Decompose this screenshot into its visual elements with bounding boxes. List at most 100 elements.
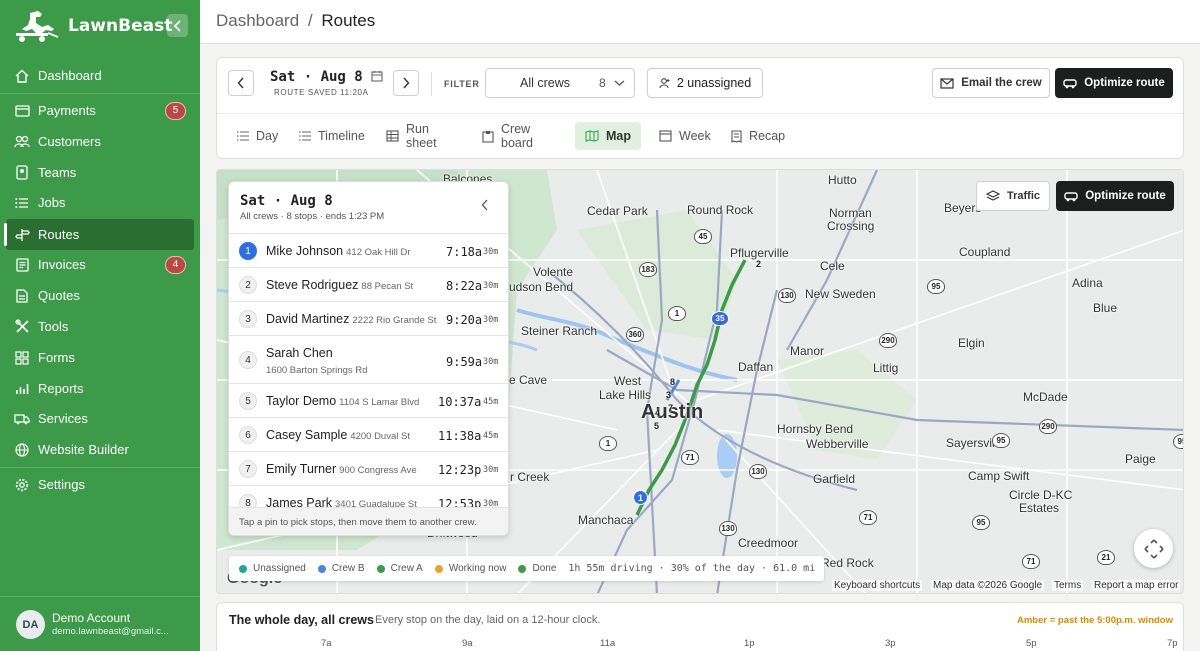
tab-timeline[interactable]: Timeline — [289, 122, 375, 150]
expand-icon — [1143, 538, 1164, 559]
sidebar-item-teams[interactable]: Teams — [6, 157, 194, 188]
highway-shield: 183 — [639, 262, 657, 277]
receipt-icon — [731, 129, 742, 143]
highway-shield: 95 — [1173, 434, 1183, 449]
map-place-label: Circle D-KC — [1009, 488, 1073, 502]
map-stop-pin[interactable]: 2 — [756, 259, 761, 269]
map-stop-pin[interactable]: 7 — [668, 403, 673, 413]
map-optimize-route-button[interactable]: Optimize route — [1056, 181, 1174, 211]
sidebar-item-customers[interactable]: Customers — [6, 126, 194, 157]
sidebar: LawnBeast Dashboard Payments 5 Customers… — [0, 0, 200, 651]
terms-link[interactable]: Terms — [1052, 580, 1084, 591]
map-stop-pin-current[interactable]: 1 — [633, 490, 648, 505]
legend-label: Done — [532, 563, 557, 574]
stop-time: 11:38a — [438, 429, 482, 443]
sidebar-item-label: Invoices — [38, 257, 86, 272]
tab-crew-board[interactable]: Crew board — [472, 122, 543, 150]
chevron-left-icon — [173, 19, 181, 32]
tab-week[interactable]: Week — [649, 122, 721, 150]
map-place-label: Hornsby Bend — [777, 422, 854, 436]
brand[interactable]: LawnBeast — [12, 8, 172, 44]
sidebar-item-dashboard[interactable]: Dashboard — [6, 60, 194, 91]
account-name: Demo Account — [52, 611, 131, 625]
keyboard-shortcuts-link[interactable]: Keyboard shortcuts — [832, 580, 923, 591]
sidebar-item-payments[interactable]: Payments 5 — [6, 95, 194, 126]
tab-label: Recap — [749, 129, 786, 143]
collapse-panel-button[interactable] — [481, 198, 489, 216]
route-date[interactable]: Sat · Aug 8 — [270, 69, 383, 85]
sidebar-item-label: Forms — [38, 350, 75, 365]
tools-icon — [14, 319, 30, 335]
stop-row[interactable]: 3 David Martinez 2222 Rio Grande St 9:20a… — [229, 301, 508, 335]
fullscreen-button[interactable] — [1134, 529, 1173, 568]
breadcrumb-dashboard-link[interactable]: Dashboard — [216, 11, 299, 30]
sidebar-item-label: Dashboard — [38, 68, 102, 83]
map-place-label: Manor — [790, 344, 825, 358]
stop-address: 1104 S Lamar Blvd — [339, 397, 420, 408]
tab-map[interactable]: Map — [575, 122, 641, 150]
sidebar-item-routes[interactable]: Routes — [4, 219, 194, 250]
stop-row[interactable]: 4 Sarah Chen 1600 Barton Springs Rd 9:59… — [229, 335, 508, 383]
stop-time: 10:37a — [438, 395, 482, 409]
stop-duration: 30m — [483, 281, 499, 291]
sidebar-item-label: Jobs — [38, 195, 66, 210]
email-crew-button[interactable]: Email the crew — [932, 68, 1050, 98]
stop-row[interactable]: 6 Casey Sample 4200 Duval St 11:38a 45m — [229, 417, 508, 451]
stop-customer: Mike Johnson 412 Oak Hill Dr — [266, 244, 411, 258]
optimize-route-button[interactable]: Optimize route — [1055, 68, 1173, 98]
sidebar-item-services[interactable]: Services — [6, 403, 194, 434]
timeline-title: The whole day, all crews — [229, 613, 374, 627]
highway-shield: 71 — [681, 450, 699, 465]
collapse-sidebar-button[interactable] — [167, 14, 188, 37]
timeline-icon — [299, 131, 311, 141]
tab-day[interactable]: Day — [227, 122, 288, 150]
crew-filter-select[interactable]: All crews 8 — [485, 68, 635, 98]
sidebar-item-quotes[interactable]: Quotes — [6, 280, 194, 311]
sidebar-item-reports[interactable]: Reports — [6, 373, 194, 404]
map-place-label: Red Rock — [821, 556, 874, 570]
sidebar-item-label: Tools — [38, 319, 69, 334]
map-stop-pin[interactable]: 3 — [666, 390, 671, 400]
stop-row[interactable]: 7 Emily Turner 900 Congress Ave 12:23p 30… — [229, 451, 508, 485]
sidebar-item-jobs[interactable]: Jobs — [6, 187, 194, 218]
panel-title: Sat · Aug 8 — [240, 193, 333, 209]
list-icon — [237, 131, 249, 141]
legend-dot — [239, 564, 247, 573]
sidebar-item-label: Quotes — [38, 288, 80, 303]
stop-time: 12:23p — [438, 463, 482, 477]
stop-number: 5 — [239, 392, 257, 410]
sidebar-item-settings[interactable]: Settings — [6, 469, 194, 500]
legend-item-crew-a: Crew A — [376, 563, 423, 574]
tab-recap[interactable]: Recap — [721, 122, 795, 150]
stop-row[interactable]: 2 Steve Rodriguez 88 Pecan St 8:22a 30m — [229, 267, 508, 301]
invoices-count-badge: 4 — [165, 255, 186, 274]
map-place-label: Estates — [1019, 501, 1060, 515]
top-bar: Dashboard / Routes — [200, 0, 1200, 44]
sidebar-item-website-builder[interactable]: Website Builder — [6, 434, 194, 465]
tab-run-sheet[interactable]: Run sheet — [376, 122, 447, 150]
previous-day-button[interactable] — [228, 70, 254, 96]
map-place-label: e Cave — [509, 373, 548, 387]
highway-shield: 21 — [1097, 550, 1115, 565]
sidebar-item-invoices[interactable]: Invoices 4 — [6, 249, 194, 280]
stop-duration: 30m — [483, 247, 499, 257]
map-stop-pin[interactable]: 8 — [670, 377, 675, 387]
calendar-icon[interactable] — [371, 70, 383, 82]
stop-row[interactable]: 1 Mike Johnson 412 Oak Hill Dr 7:18a 30m — [229, 233, 508, 267]
map-stop-pin[interactable]: 5 — [654, 421, 659, 431]
map-place-label: Pflugerville — [730, 246, 789, 260]
report-map-error-link[interactable]: Report a map error — [1092, 580, 1181, 591]
payments-icon — [14, 103, 30, 119]
stop-row[interactable]: 5 Taylor Demo 1104 S Lamar Blvd 10:37a 45… — [229, 383, 508, 417]
traffic-toggle-button[interactable]: Traffic — [976, 181, 1050, 211]
account-menu[interactable]: DA Demo Account demo.lawnbeast@gmail.c..… — [0, 596, 200, 651]
sidebar-item-forms[interactable]: Forms — [6, 342, 194, 373]
map-place-label: Coupland — [959, 245, 1011, 259]
next-day-button[interactable] — [393, 70, 419, 96]
stop-address: 412 Oak Hill Dr — [346, 247, 411, 258]
unassigned-button[interactable]: 2 unassigned — [647, 68, 763, 98]
stop-number: 3 — [239, 310, 257, 328]
sidebar-item-tools[interactable]: Tools — [6, 311, 194, 342]
highway-shield: 1 — [668, 306, 686, 321]
map-stop-pin[interactable]: 4 — [655, 408, 660, 418]
